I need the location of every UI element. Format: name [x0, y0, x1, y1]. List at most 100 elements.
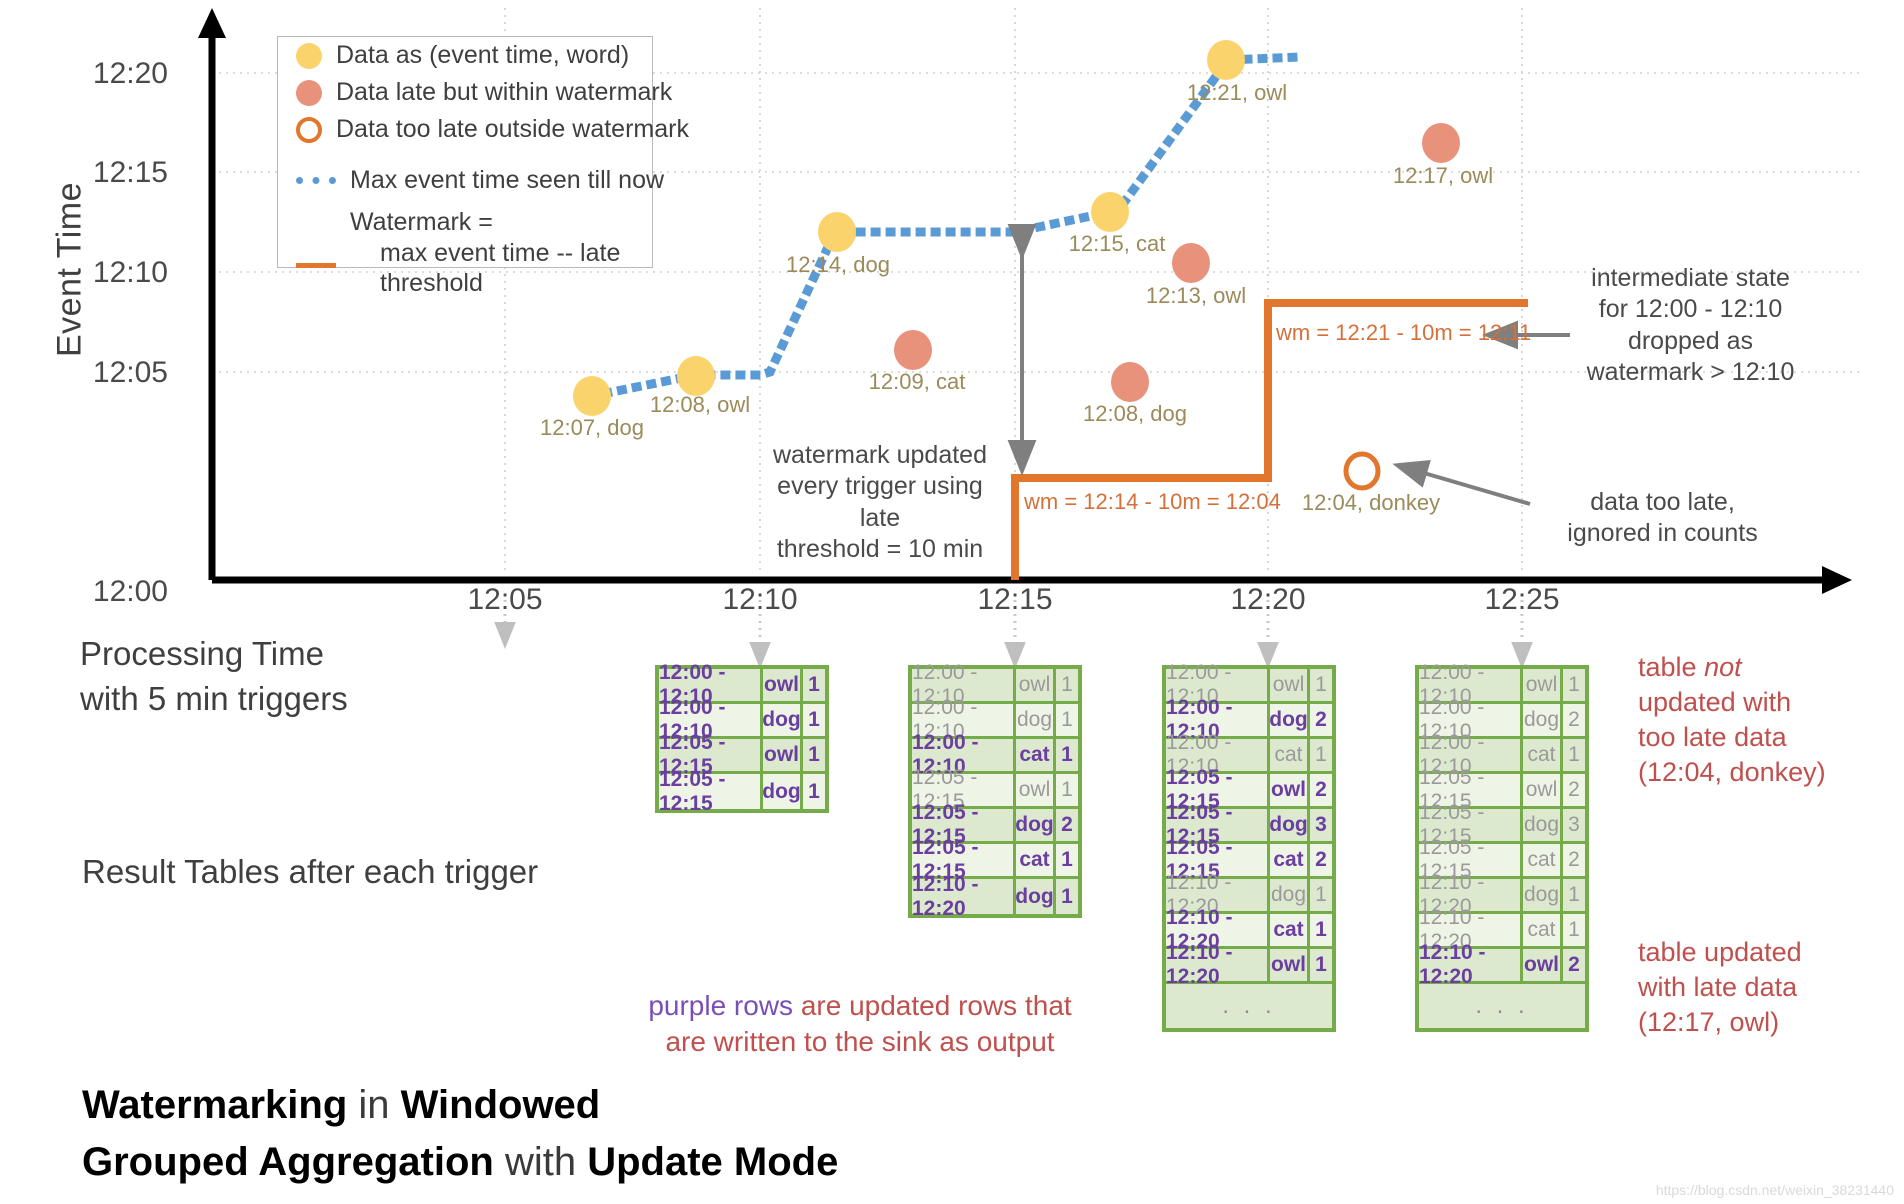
label-12-04-donkey: 12:04, donkey [1301, 490, 1441, 515]
x-tick-1210: 12:10 [722, 583, 798, 616]
point-12-21-owl [1207, 40, 1245, 80]
caption-line2-bold2: Update Mode [587, 1139, 839, 1184]
cell-word: owl [1523, 949, 1563, 981]
point-12-07-dog [573, 376, 611, 416]
y-axis-title: Event Time [50, 181, 89, 358]
cell-word: dog [762, 774, 803, 809]
cell-word: owl [1523, 669, 1563, 701]
cell-word: dog [1523, 704, 1563, 736]
cell-word: owl [1016, 669, 1056, 701]
label-12-07-dog: 12:07, dog [540, 415, 644, 440]
cell-word: dog [1270, 879, 1310, 911]
label-12-08-dog: 12:08, dog [1083, 401, 1187, 426]
table-row-ellipsis: . . . [1419, 984, 1585, 1028]
cell-window: 12:10 - 12:20 [1419, 941, 1523, 988]
purple-rows-note-line1: are updated rows that [793, 990, 1072, 1021]
label-12-21-owl: 12:21, owl [1186, 80, 1288, 105]
cell-count: 2 [1563, 949, 1585, 981]
point-12-04-donkey [1343, 451, 1381, 491]
x-axis-title: Processing Time with 5 min triggers [80, 632, 348, 721]
label-12-08-owl: 12:08, owl [649, 392, 751, 417]
cell-count: 1 [803, 704, 825, 736]
cell-count: 1 [1056, 774, 1078, 806]
cell-count: 1 [1310, 879, 1332, 911]
purple-rows-keyword: purple rows [648, 990, 794, 1021]
cell-count: 2 [1563, 704, 1585, 736]
purple-rows-note-line2: are written to the sink as output [665, 1026, 1055, 1058]
cell-word: dog [1269, 809, 1310, 841]
point-12-08-owl [677, 356, 715, 396]
cell-count: 2 [1056, 809, 1078, 841]
purple-rows-note: purple rows are updated rows that are wr… [610, 988, 1110, 1061]
x-axis-title-line2: with 5 min triggers [80, 679, 348, 717]
cell-window: 12:05 - 12:15 [659, 768, 763, 815]
cell-count: 2 [1563, 774, 1585, 806]
cell-word: owl [1270, 774, 1310, 806]
not-updated-line4: (12:04, donkey) [1638, 757, 1826, 788]
cell-count: 1 [803, 669, 825, 701]
x-axis-title-line1: Processing Time [80, 635, 324, 672]
cell-window: 12:10 - 12:20 [1166, 941, 1270, 988]
table-row: 12:10 - 12:20 owl 2 [1419, 941, 1585, 988]
legend-item-watermark: Watermark = max event time -- late thres… [278, 207, 652, 299]
cell-count: 1 [1056, 844, 1078, 876]
cell-window: 12:05 - 12:15 [659, 731, 763, 778]
legend-label-watermark: Watermark = [350, 208, 493, 236]
hollow-orange-dot-icon [296, 116, 322, 143]
point-12-14-dog [818, 212, 856, 252]
cell-word: owl [763, 739, 803, 771]
ellipsis-label: . . . [1419, 984, 1585, 1028]
cell-window: 12:05 - 12:15 [912, 836, 1016, 883]
watermark-update-note-line2: every trigger using late [777, 472, 983, 532]
cell-count: 1 [1056, 669, 1078, 701]
cell-count: 2 [1310, 704, 1332, 736]
legend-label-max-event-time: Max event time seen till now [350, 166, 665, 195]
result-table-trigger-2: 12:00 - 12:10 owl 1 12:00 - 12:10 dog 1 12:00 … [908, 661, 1082, 920]
caption-line2-thin: with [493, 1139, 588, 1184]
point-12-15-cat [1091, 192, 1129, 232]
legend-item-too-late: Data too late outside watermark [278, 111, 689, 148]
cell-count: 1 [803, 774, 825, 809]
cell-count: 1 [803, 739, 825, 771]
y-tick-1220: 12:20 [92, 57, 168, 90]
updated-line2: with late data [1638, 972, 1798, 1003]
label-12-17-owl: 12:17, owl [1392, 163, 1494, 188]
not-updated-line1-a: table [1638, 652, 1705, 682]
legend-label-too-late: Data too late outside watermark [336, 115, 689, 144]
cell-word: dog [1015, 879, 1056, 914]
cell-count: 1 [1563, 739, 1585, 771]
table-not-updated-note: table not updated with too late data (12… [1638, 650, 1826, 790]
legend-label-on-time: Data as (event time, word) [336, 41, 630, 70]
legend-item-late-within: Data late but within watermark [278, 74, 672, 111]
figure-caption: Watermarking in Windowed Grouped Aggrega… [82, 1077, 838, 1191]
cell-count: 1 [1056, 739, 1078, 771]
cell-count: 1 [1310, 949, 1332, 981]
caption-line1-bold1: Watermarking [82, 1083, 348, 1127]
watermark-update-note-line1: watermark updated [772, 441, 987, 469]
cell-word: dog [762, 704, 803, 736]
caption-line1-bold2: Windowed [400, 1083, 601, 1127]
cell-word: owl [1523, 774, 1563, 806]
result-table-trigger-3: 12:00 - 12:10 owl 1 12:00 - 12:10 dog 2 12:00 … [1162, 661, 1336, 1032]
cell-word: cat [1016, 739, 1056, 771]
cell-count: 2 [1563, 844, 1585, 876]
x-tick-1220: 12:20 [1230, 583, 1306, 616]
cell-word: cat [1270, 914, 1310, 946]
legend-label-watermark-formula: max event time -- late threshold [380, 238, 621, 298]
blue-dotted-line-icon [296, 177, 336, 184]
y-tick-1205: 12:05 [92, 356, 168, 389]
intermediate-state-note-line4: watermark > 12:10 [1586, 357, 1795, 386]
y-tick-1215: 12:15 [92, 156, 168, 189]
cell-word: cat [1523, 844, 1563, 876]
cell-word: dog [1523, 879, 1563, 911]
updated-line3: (12:17, owl) [1638, 1007, 1780, 1038]
updated-line1: table updated [1638, 937, 1802, 967]
table-row-ellipsis: . . . [1166, 984, 1332, 1028]
cell-count: 2 [1310, 774, 1332, 806]
cell-count: 1 [1056, 879, 1078, 914]
cell-word: owl [1016, 774, 1056, 806]
intermediate-state-note: intermediate state for 12:00 - 12:10 dro… [1568, 263, 1813, 388]
cell-word: owl [1270, 669, 1310, 701]
cell-word: dog [1016, 704, 1056, 736]
cell-count: 1 [1563, 669, 1585, 701]
